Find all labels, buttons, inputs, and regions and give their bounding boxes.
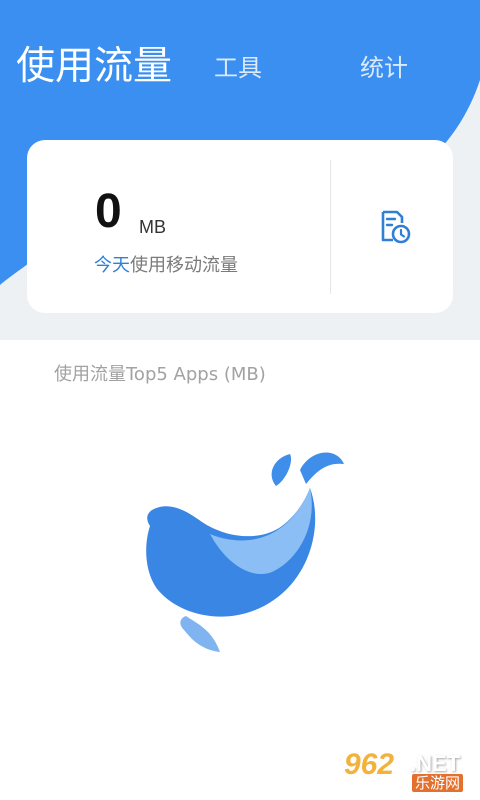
caption-mobile-usage: 使用移动流量 [130, 255, 238, 276]
usage-caption: 今天使用移动流量 [94, 254, 238, 278]
top-apps-title: 使用流量Top5 Apps (MB) [54, 364, 266, 385]
card-divider [330, 160, 331, 294]
today-usage-card: 0 MB 今天使用移动流量 [27, 140, 453, 313]
history-button[interactable] [357, 190, 429, 262]
tab-usage[interactable]: 使用流量 [16, 40, 172, 94]
watermark-number: 962 [344, 748, 395, 781]
site-watermark: 962 .NET 乐游网 [340, 748, 476, 796]
tab-tools[interactable]: 工具 [214, 52, 262, 84]
watermark-site: 乐游网 [412, 774, 464, 792]
tab-stats[interactable]: 统计 [360, 52, 408, 84]
top-tab-bar: 使用流量 工具 统计 [0, 40, 480, 100]
whale-icon [146, 452, 344, 652]
usage-unit: MB [139, 217, 166, 237]
usage-value: 0 [95, 185, 122, 238]
top-apps-section: 使用流量Top5 Apps (MB) [0, 340, 480, 800]
app-screen: 使用流量 工具 统计 0 MB 今天使用移动流量 使用流量Top5 Apps (… [0, 0, 480, 800]
history-clock-icon [381, 210, 411, 244]
caption-today: 今天 [94, 255, 130, 276]
